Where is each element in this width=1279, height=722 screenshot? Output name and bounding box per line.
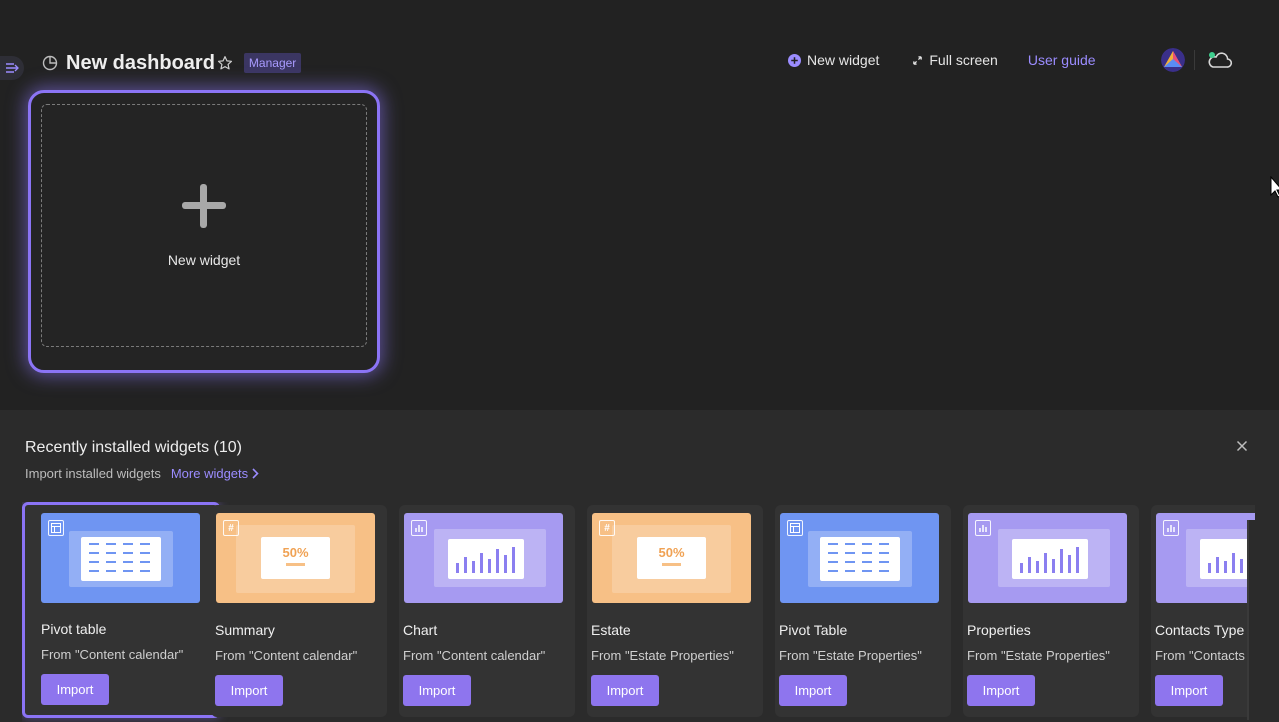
widget-card-source: From "Content calendar" xyxy=(215,648,358,663)
chart-type-icon xyxy=(975,520,991,536)
widget-thumbnail xyxy=(41,513,200,603)
full-screen-label: Full screen xyxy=(929,52,998,68)
new-widget-slot: New widget xyxy=(28,90,380,373)
user-guide-link[interactable]: User guide xyxy=(1028,52,1096,68)
import-button[interactable]: Import xyxy=(403,675,471,706)
cards-scroll-edge xyxy=(1247,520,1255,720)
sidebar-toggle-button[interactable] xyxy=(0,56,24,80)
widget-card-name: Chart xyxy=(403,622,438,638)
page-title[interactable]: New dashboard xyxy=(66,52,215,75)
widget-card[interactable]: Chart From "Content calendar" Import xyxy=(399,505,575,717)
new-widget-drop-target[interactable]: New widget xyxy=(41,104,367,347)
chart-type-icon xyxy=(411,520,427,536)
widget-card-source: From "Estate Properties" xyxy=(967,648,1110,663)
summary-type-icon: # xyxy=(599,520,615,536)
new-widget-placeholder-label: New widget xyxy=(167,251,241,268)
full-screen-icon xyxy=(912,55,923,66)
widget-card[interactable]: Pivot table From "Content calendar" Impo… xyxy=(22,502,220,718)
import-button[interactable]: Import xyxy=(215,675,283,706)
favorite-star-icon[interactable] xyxy=(217,54,235,72)
toolbar-divider xyxy=(1194,50,1195,70)
widget-card-name: Pivot table xyxy=(41,621,107,637)
widget-thumbnail: 50% # xyxy=(592,513,751,603)
widget-thumbnail: 50% # xyxy=(216,513,375,603)
widget-card-name: Pivot Table xyxy=(779,622,848,638)
new-widget-button[interactable]: New widget xyxy=(788,52,879,68)
summary-type-icon: # xyxy=(223,520,239,536)
pivot-type-icon xyxy=(787,520,803,536)
widget-card[interactable]: Contacts Type From "Contacts Import xyxy=(1151,505,1255,717)
panel-subtitle-row: Import installed widgets More widgets xyxy=(25,466,259,481)
full-screen-button[interactable]: Full screen xyxy=(912,52,998,68)
widget-card[interactable]: 50% # Summary From "Content calendar" Im… xyxy=(211,505,387,717)
widget-card[interactable]: Pivot Table From "Estate Properties" Imp… xyxy=(775,505,951,717)
mouse-cursor-icon xyxy=(1270,175,1279,198)
pivot-type-icon xyxy=(48,520,64,536)
import-button[interactable]: Import xyxy=(967,675,1035,706)
widget-card[interactable]: 50% # Estate From "Estate Properties" Im… xyxy=(587,505,763,717)
svg-text:50%: 50% xyxy=(282,545,308,560)
widget-thumbnail xyxy=(780,513,939,603)
widget-card[interactable]: Properties From "Estate Properties" Impo… xyxy=(963,505,1139,717)
widget-card-source: From "Content calendar" xyxy=(41,647,184,662)
new-widget-label: New widget xyxy=(807,52,880,68)
recent-widgets-panel: Recently installed widgets (10) Import i… xyxy=(0,410,1279,722)
widget-thumbnail xyxy=(968,513,1127,603)
panel-subtitle: Import installed widgets xyxy=(25,466,161,481)
widget-card-source: From "Contacts xyxy=(1155,648,1245,663)
widget-card-list[interactable]: Pivot table From "Content calendar" Impo… xyxy=(22,502,1255,722)
dashboard-icon xyxy=(42,54,60,72)
more-widgets-label: More widgets xyxy=(170,466,249,481)
widget-card-name: Summary xyxy=(215,622,275,638)
dashboard-header: New dashboard Manager xyxy=(42,49,302,77)
dashboard-canvas: New dashboard Manager New widget Full sc… xyxy=(0,0,1279,410)
chevron-right-icon xyxy=(252,468,259,479)
close-panel-icon[interactable] xyxy=(1234,438,1250,454)
avatar-icon xyxy=(1161,48,1185,72)
user-avatar[interactable] xyxy=(1161,48,1185,72)
widget-thumbnail xyxy=(404,513,563,603)
import-button[interactable]: Import xyxy=(41,674,109,705)
more-widgets-link[interactable]: More widgets xyxy=(171,466,259,481)
expand-sidebar-icon xyxy=(6,63,19,73)
widget-card-source: From "Estate Properties" xyxy=(591,648,734,663)
widget-card-source: From "Estate Properties" xyxy=(779,648,922,663)
widget-card-name: Properties xyxy=(967,622,1031,638)
chart-type-icon xyxy=(1163,520,1179,536)
add-circle-icon xyxy=(788,53,801,67)
dashboard-toolbar: New widget Full screen User guide xyxy=(788,50,1096,70)
widget-card-source: From "Content calendar" xyxy=(403,648,546,663)
svg-text:50%: 50% xyxy=(658,545,684,560)
import-button[interactable]: Import xyxy=(779,675,847,706)
panel-title: Recently installed widgets (10) xyxy=(25,439,242,456)
import-button[interactable]: Import xyxy=(1155,675,1223,706)
widget-thumbnail xyxy=(1156,513,1255,603)
plus-icon xyxy=(182,183,226,228)
cloud-sync-icon[interactable] xyxy=(1206,48,1234,72)
role-badge: Manager xyxy=(243,53,302,73)
import-button[interactable]: Import xyxy=(591,675,659,706)
widget-card-name: Estate xyxy=(591,622,631,638)
widget-card-name: Contacts Type xyxy=(1155,622,1245,638)
